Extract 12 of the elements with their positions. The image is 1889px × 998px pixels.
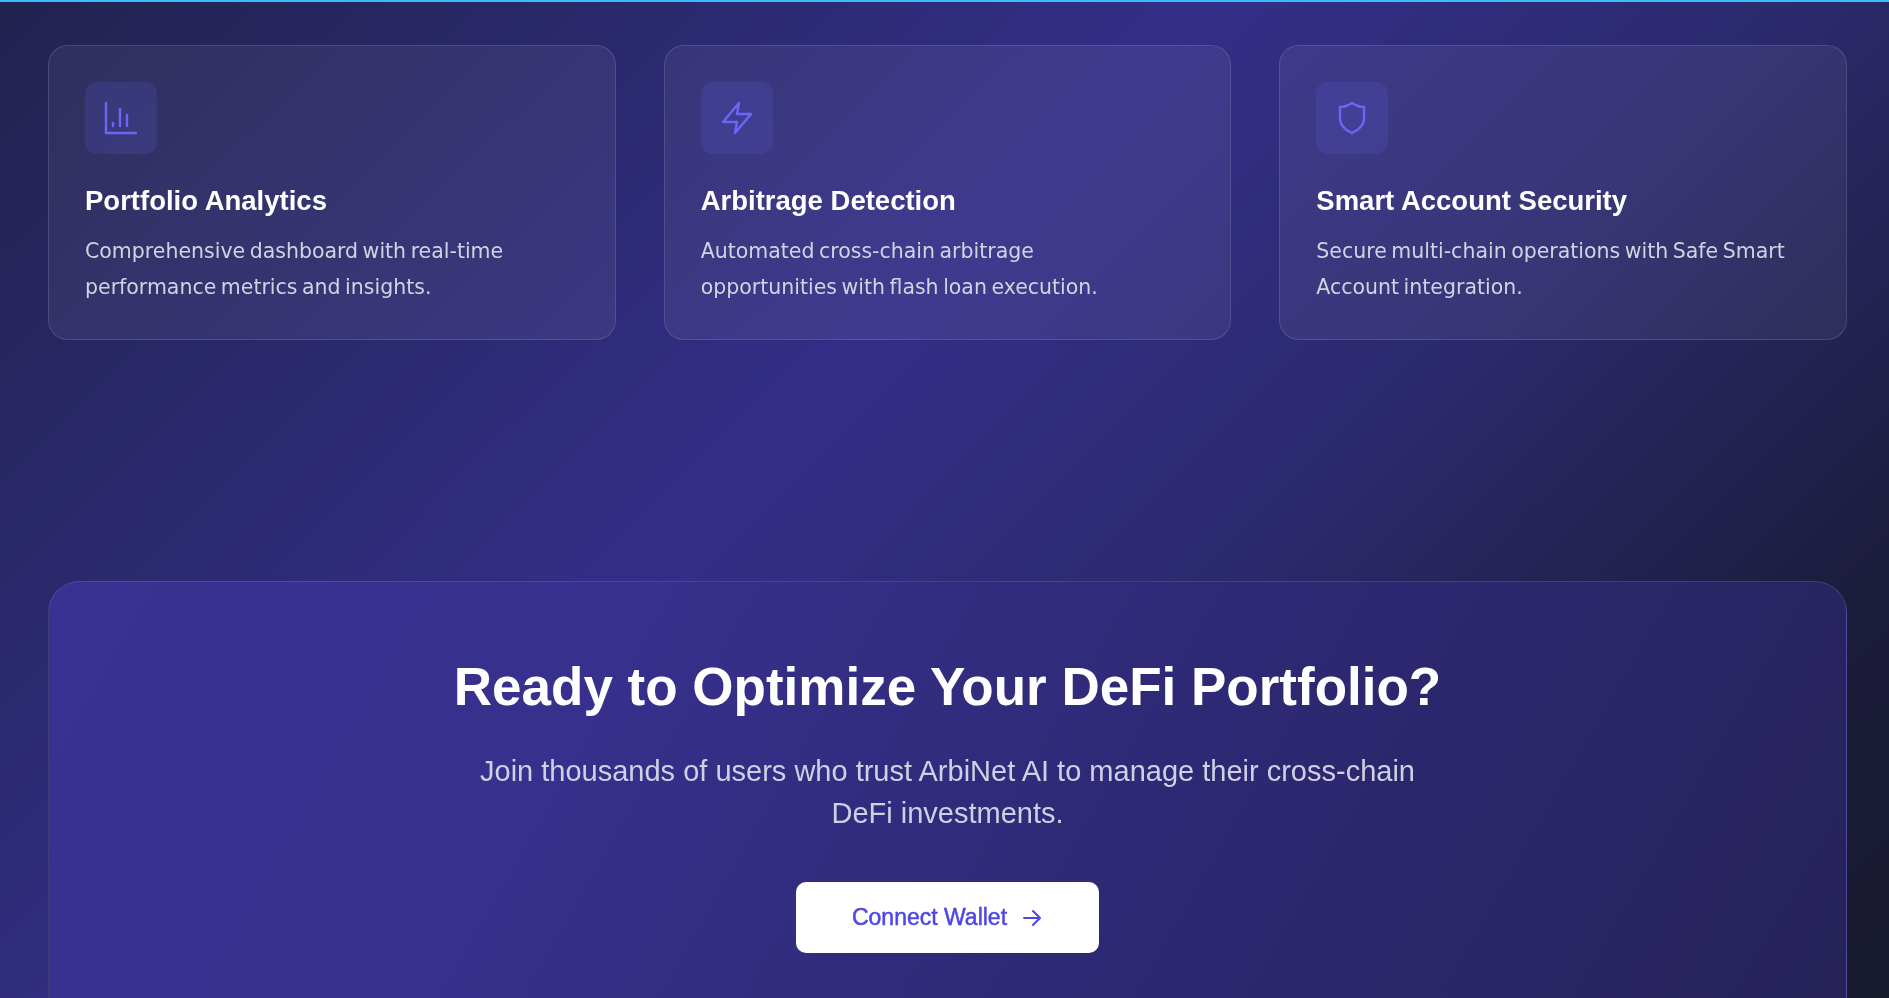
feature-description: Secure multi-chain operations with Safe Smart Account integration. — [1316, 238, 1786, 301]
shield-icon — [1316, 82, 1389, 154]
feature-description: Automated cross-chain arbitrage opportunities with flash loan execution. — [700, 238, 1099, 301]
feature-description: Comprehensive dashboard with real-time performance metrics and insights. — [85, 238, 505, 301]
feature-title: Arbitrage Detection — [700, 184, 956, 218]
feature-title: Smart Account Security — [1316, 184, 1628, 218]
cta-heading: Ready to Optimize Your DeFi Portfolio? — [453, 656, 1442, 718]
bar-chart-icon — [85, 82, 157, 154]
cta-text: Join thousands of users who trust ArbiNet AI to manage their cross-chain DeFi investments. — [479, 754, 1416, 831]
lightning-bolt-icon — [700, 82, 773, 154]
connect-wallet-button[interactable]: Connect Wallet — [796, 882, 1099, 953]
feature-title: Portfolio Analytics — [85, 184, 327, 218]
